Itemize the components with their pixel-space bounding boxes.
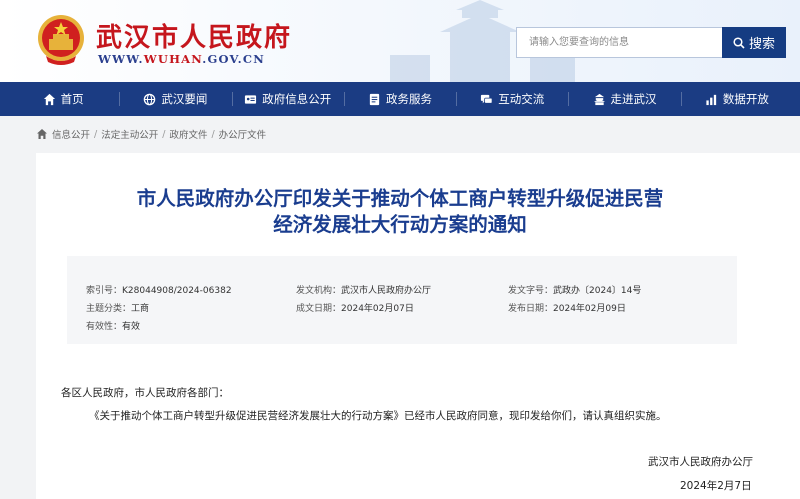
nav-item-news[interactable]: 武汉要闻 [119, 82, 231, 116]
article-title-line1: 市人民政府办公厅印发关于推动个体工商户转型升级促进民营 [136, 187, 664, 210]
nav-item-home[interactable]: 首页 [7, 82, 119, 116]
breadcrumb-separator: / [211, 128, 215, 140]
meta-topic: 主题分类：工商 [86, 301, 149, 314]
signature: 武汉市人民政府办公厅 [648, 456, 753, 468]
chart-icon [706, 94, 716, 105]
building-icon [593, 93, 605, 105]
nav-item-open-data[interactable]: 数据开放 [680, 82, 793, 116]
breadcrumb-separator: / [94, 128, 98, 140]
nav-item-info-disclosure[interactable]: 政府信息公开 [231, 82, 344, 116]
nav-item-label: 政府信息公开 [262, 92, 332, 106]
search-input[interactable] [516, 27, 724, 58]
meta-validity: 有效性：有效 [86, 319, 140, 332]
nav-item-interaction[interactable]: 互动交流 [456, 82, 568, 116]
search-icon [733, 36, 745, 49]
home-icon [37, 129, 47, 139]
breadcrumb-item-info[interactable]: 信息公开 [52, 127, 90, 141]
article-body: 《关于推动个体工商户转型升级促进民营经济发展壮大的行动方案》已经市人民政府同意，… [89, 410, 667, 422]
article-title-line2: 经济发展壮大行动方案的通知 [273, 213, 527, 236]
nav-item-label: 武汉要闻 [161, 92, 208, 106]
meta-value: 有效 [122, 322, 141, 332]
meta-value: 武政办〔2024〕14号 [553, 286, 642, 296]
meta-issuer: 发文机构：武汉市人民政府办公厅 [296, 283, 431, 296]
meta-published-date: 发布日期：2024年02月09日 [508, 301, 626, 314]
meta-value: 2024年02月09日 [553, 304, 626, 314]
breadcrumb: 信息公开 / 法定主动公开 / 政府文件 / 办公厅文件 [36, 127, 266, 141]
site-url-prefix: WWW. [98, 52, 144, 66]
site-url[interactable]: WWW.WUHAN.GOV.CN [98, 52, 265, 66]
meta-label: 发文机构： [296, 286, 342, 296]
meta-label: 索引号： [86, 286, 123, 296]
breadcrumb-item-office-docs[interactable]: 办公厅文件 [219, 127, 267, 141]
search-button[interactable]: 搜索 [722, 27, 786, 58]
breadcrumb-separator: / [162, 128, 166, 140]
site-url-highlight: WUHAN [143, 52, 203, 66]
site-title[interactable]: 武汉市人民政府 [96, 17, 292, 54]
salutation: 各区人民政府，市人民政府各部门： [61, 387, 229, 399]
document-icon [369, 93, 380, 105]
nav-item-label: 数据开放 [722, 92, 769, 106]
site-header: 武汉市人民政府 WWW.WUHAN.GOV.CN 搜索 [0, 0, 800, 82]
nav-item-about-wuhan[interactable]: 走进武汉 [568, 82, 680, 116]
meta-doc-number: 发文字号：武政办〔2024〕14号 [508, 283, 641, 296]
meta-label: 成文日期： [296, 304, 342, 314]
home-icon [43, 93, 55, 105]
chat-icon [481, 94, 493, 104]
nav-item-label: 首页 [60, 92, 84, 106]
meta-index: 索引号：K28044908/2024-06382 [86, 283, 232, 296]
sign-date: 2024年2月7日 [680, 480, 752, 492]
nav-item-label: 走进武汉 [610, 92, 657, 106]
main-nav: 首页 武汉要闻 政府信息公开 政务服务 互动交流 走进武汉 数据开放 [0, 82, 800, 116]
nav-item-services[interactable]: 政务服务 [343, 82, 456, 116]
article-card: 市人民政府办公厅印发关于推动个体工商户转型升级促进民营 经济发展壮大行动方案的通… [36, 153, 800, 499]
breadcrumb-item-statutory[interactable]: 法定主动公开 [101, 127, 158, 141]
meta-value: K28044908/2024-06382 [122, 286, 232, 296]
site-url-suffix: .GOV.CN [202, 52, 265, 66]
meta-value: 工商 [131, 304, 150, 314]
national-emblem-logo [38, 15, 84, 65]
breadcrumb-item-gov-docs[interactable]: 政府文件 [169, 127, 207, 141]
meta-created-date: 成文日期：2024年02月07日 [296, 301, 414, 314]
meta-value: 武汉市人民政府办公厅 [341, 286, 432, 296]
meta-label: 有效性： [86, 322, 123, 332]
search-button-label: 搜索 [748, 37, 775, 52]
globe-icon [144, 93, 156, 105]
meta-label: 主题分类： [86, 304, 132, 314]
meta-value: 2024年02月07日 [341, 304, 414, 314]
meta-label: 发文字号： [508, 286, 554, 296]
document-metadata: 索引号：K28044908/2024-06382 主题分类：工商 有效性：有效 … [67, 256, 737, 344]
article-title: 市人民政府办公厅印发关于推动个体工商户转型升级促进民营 经济发展壮大行动方案的通… [36, 186, 764, 238]
nav-item-label: 互动交流 [498, 92, 545, 106]
nav-item-label: 政务服务 [385, 92, 432, 106]
id-card-icon [245, 94, 257, 104]
meta-label: 发布日期： [508, 304, 554, 314]
